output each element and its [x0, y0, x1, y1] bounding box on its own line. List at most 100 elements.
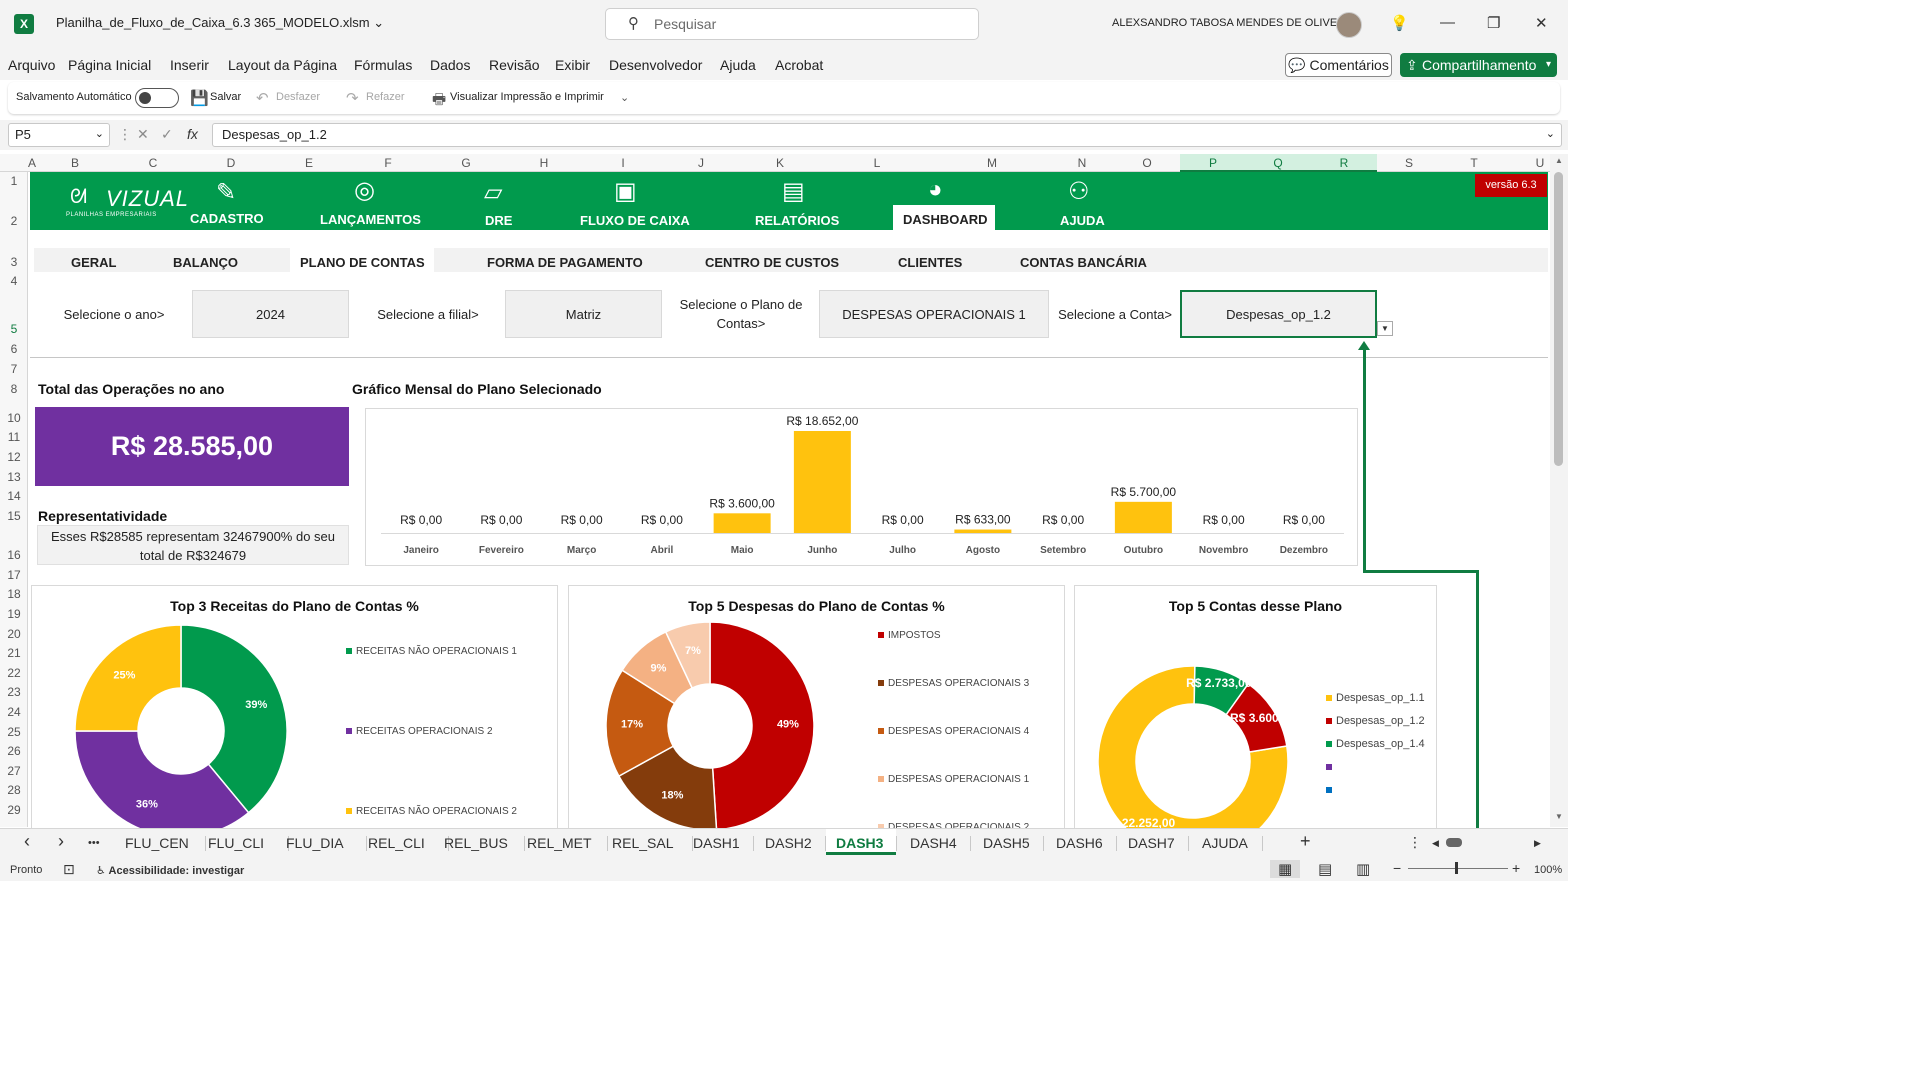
column-header[interactable]: U [1530, 156, 1550, 170]
row-header[interactable]: 6 [0, 342, 28, 356]
accessibility-status[interactable]: ♿ Acessibilidade: investigar [96, 864, 244, 877]
column-header[interactable]: D [221, 156, 241, 170]
more-sheets-icon[interactable]: ••• [88, 837, 100, 849]
dropdown-arrow-icon[interactable]: ▼ [1377, 321, 1393, 336]
fx-icon[interactable]: fx [187, 126, 198, 142]
column-header[interactable]: G [456, 156, 476, 170]
tab-options-icon[interactable]: ⋮ [1408, 834, 1422, 851]
column-header[interactable]: H [534, 156, 554, 170]
column-header[interactable]: B [65, 156, 85, 170]
subnav-geral[interactable]: GERAL [71, 255, 117, 270]
row-header[interactable]: 12 [0, 450, 28, 464]
sheet-tab-rel_met[interactable]: REL_MET [527, 835, 592, 851]
save-button[interactable]: Salvar [210, 91, 241, 103]
row-header[interactable]: 16 [0, 548, 28, 562]
scroll-thumb[interactable] [1554, 172, 1563, 466]
zoom-in-icon[interactable]: + [1512, 860, 1520, 876]
file-name[interactable]: Planilha_de_Fluxo_de_Caixa_6.3 365_MODEL… [56, 15, 384, 31]
menu-layout[interactable]: Layout da Página [228, 57, 337, 73]
cancel-icon[interactable]: ✕ [137, 126, 149, 143]
menu-acrobat[interactable]: Acrobat [775, 57, 823, 73]
column-header[interactable]: F [378, 156, 398, 170]
subnav-plano-contas[interactable]: PLANO DE CONTAS [300, 255, 425, 270]
sheet-tab-dash3[interactable]: DASH3 [836, 835, 883, 851]
menu-inserir[interactable]: Inserir [170, 57, 209, 73]
sheet-tab-dash5[interactable]: DASH5 [983, 835, 1030, 851]
page-layout-icon[interactable]: ▤ [1318, 860, 1332, 878]
menu-pagina-inicial[interactable]: Página Inicial [68, 57, 151, 73]
comments-button[interactable]: 💬 Comentários [1285, 53, 1392, 77]
zoom-out-icon[interactable]: − [1393, 860, 1401, 876]
column-header[interactable]: L [867, 156, 887, 170]
row-header[interactable]: 13 [0, 470, 28, 484]
row-header[interactable]: 8 [0, 382, 28, 396]
menu-dados[interactable]: Dados [430, 57, 470, 73]
enter-icon[interactable]: ✓ [161, 126, 173, 143]
subnav-forma-pagamento[interactable]: FORMA DE PAGAMENTO [487, 255, 643, 270]
row-header[interactable]: 4 [0, 274, 28, 288]
sheet-tab-rel_bus[interactable]: REL_BUS [444, 835, 508, 851]
vertical-scrollbar[interactable]: ▲ ▼ [1550, 154, 1568, 827]
sheet-tab-flu_cen[interactable]: FLU_CEN [125, 835, 189, 851]
nav-fluxo-caixa[interactable]: FLUXO DE CAIXA [580, 213, 690, 228]
branch-select[interactable]: Matriz [505, 290, 662, 338]
column-header[interactable]: A [22, 156, 42, 170]
column-header[interactable]: K [770, 156, 790, 170]
formula-input[interactable]: Despesas_op_1.2 ⌄ [212, 123, 1562, 147]
nav-ajuda[interactable]: AJUDA [1060, 213, 1105, 228]
close-icon[interactable]: ✕ [1535, 14, 1548, 32]
subnav-contas-bancaria[interactable]: CONTAS BANCÁRIA [1020, 255, 1147, 270]
row-header[interactable]: 28 [0, 783, 28, 797]
page-break-icon[interactable]: ▥ [1356, 860, 1370, 878]
hscroll-left-icon[interactable]: ◀ [1432, 838, 1439, 849]
sheet-tab-rel_cli[interactable]: REL_CLI [368, 835, 425, 851]
column-header[interactable]: J [691, 156, 711, 170]
avatar[interactable] [1336, 12, 1362, 38]
nav-dashboard[interactable]: DASHBOARD [903, 212, 988, 227]
row-header[interactable]: 17 [0, 568, 28, 582]
add-sheet-icon[interactable]: + [1300, 831, 1311, 852]
row-header[interactable]: 7 [0, 362, 28, 376]
sheet-tab-dash1[interactable]: DASH1 [693, 835, 740, 851]
save-icon[interactable]: 💾 [190, 89, 209, 107]
print-preview-button[interactable]: Visualizar Impressão e Imprimir [450, 91, 604, 103]
row-header[interactable]: 24 [0, 705, 28, 719]
column-header[interactable]: R [1334, 156, 1354, 170]
zoom-slider-thumb[interactable] [1455, 862, 1458, 874]
zoom-slider[interactable] [1408, 868, 1508, 869]
sheet-tab-rel_sal[interactable]: REL_SAL [612, 835, 673, 851]
row-header[interactable]: 22 [0, 666, 28, 680]
minimize-icon[interactable]: — [1440, 14, 1455, 31]
row-header[interactable]: 23 [0, 685, 28, 699]
print-preview-icon[interactable]: 🖶 [432, 89, 446, 114]
redo-icon[interactable]: ↷ [346, 89, 359, 107]
subnav-balanco[interactable]: BALANÇO [173, 255, 238, 270]
row-header[interactable]: 21 [0, 646, 28, 660]
column-header[interactable]: N [1072, 156, 1092, 170]
row-header[interactable]: 26 [0, 744, 28, 758]
row-header[interactable]: 25 [0, 725, 28, 739]
column-header[interactable]: T [1464, 156, 1484, 170]
menu-revisao[interactable]: Revisão [489, 57, 540, 73]
sheet-tab-dash7[interactable]: DASH7 [1128, 835, 1175, 851]
row-header[interactable]: 15 [0, 509, 28, 523]
row-header[interactable]: 1 [0, 174, 28, 188]
autosave-toggle[interactable] [135, 88, 179, 108]
subnav-clientes[interactable]: CLIENTES [898, 255, 962, 270]
zoom-level[interactable]: 100% [1534, 864, 1562, 876]
redo-button[interactable]: Refazer [366, 91, 405, 103]
undo-button[interactable]: Desfazer [276, 91, 320, 103]
row-header[interactable]: 20 [0, 627, 28, 641]
hscroll-thumb[interactable] [1446, 838, 1462, 847]
macro-record-icon[interactable]: ⊡ [63, 861, 75, 878]
column-header[interactable]: O [1137, 156, 1157, 170]
row-header[interactable]: 18 [0, 587, 28, 601]
row-header[interactable]: 2 [0, 214, 28, 228]
lightbulb-icon[interactable]: 💡 [1390, 14, 1409, 32]
sheet-tab-dash4[interactable]: DASH4 [910, 835, 957, 851]
restore-icon[interactable]: ❐ [1487, 14, 1500, 32]
menu-exibir[interactable]: Exibir [555, 57, 590, 73]
nav-dre[interactable]: DRE [485, 213, 512, 228]
undo-icon[interactable]: ↶ [256, 89, 269, 107]
column-header[interactable]: I [613, 156, 633, 170]
